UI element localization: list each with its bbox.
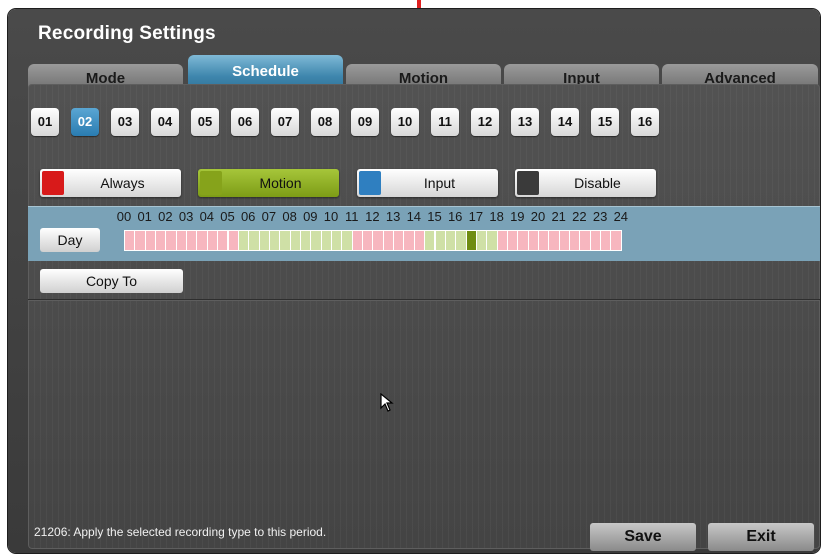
record-type-label: Disable [574,175,621,191]
channel-button-15[interactable]: 15 [591,108,619,136]
record-type-input-button[interactable]: Input [357,169,498,197]
recording-settings-window: Recording Settings Mode Schedule Motion … [8,9,820,553]
channel-button-08[interactable]: 08 [311,108,339,136]
status-message: 21206: Apply the selected recording type… [34,525,327,539]
channel-button-03[interactable]: 03 [111,108,139,136]
channel-button-10[interactable]: 10 [391,108,419,136]
record-type-disable-button[interactable]: Disable [515,169,656,197]
channel-button-05[interactable]: 05 [191,108,219,136]
disable-swatch [517,171,539,195]
input-swatch [359,171,381,195]
record-type-label: Input [423,175,456,191]
record-type-label: Motion [259,175,302,191]
divider [28,299,820,300]
window-title: Recording Settings [38,23,216,44]
channel-button-16[interactable]: 16 [631,108,659,136]
channel-button-02[interactable]: 02 [71,108,99,136]
channel-button-01[interactable]: 01 [31,108,59,136]
schedule-timeline: Day 00 01 02 03 04 05 06 07 08 09 10 11 12 13 14 15 16 17… [28,206,820,261]
channel-button-09[interactable]: 09 [351,108,379,136]
schedule-cell[interactable] [610,230,622,251]
channel-button-11[interactable]: 11 [431,108,459,136]
record-type-label: Always [100,175,145,191]
mouse-cursor-icon [380,393,394,412]
channel-button-14[interactable]: 14 [551,108,579,136]
channel-button-04[interactable]: 04 [151,108,179,136]
always-swatch [42,171,64,195]
day-button[interactable]: Day [40,228,100,252]
channel-button-12[interactable]: 12 [471,108,499,136]
exit-button[interactable]: Exit [708,523,814,551]
record-type-motion-button[interactable]: Motion [198,169,339,197]
copy-to-button[interactable]: Copy To [40,269,183,293]
save-button[interactable]: Save [590,523,696,551]
record-type-always-button[interactable]: Always [40,169,181,197]
hour-label: 24 [613,209,629,224]
channel-button-06[interactable]: 06 [231,108,259,136]
schedule-panel: 01 02 03 04 05 06 07 08 09 10 11 12 13 1… [28,84,820,551]
channel-button-13[interactable]: 13 [511,108,539,136]
motion-swatch [200,171,222,195]
channel-button-07[interactable]: 07 [271,108,299,136]
